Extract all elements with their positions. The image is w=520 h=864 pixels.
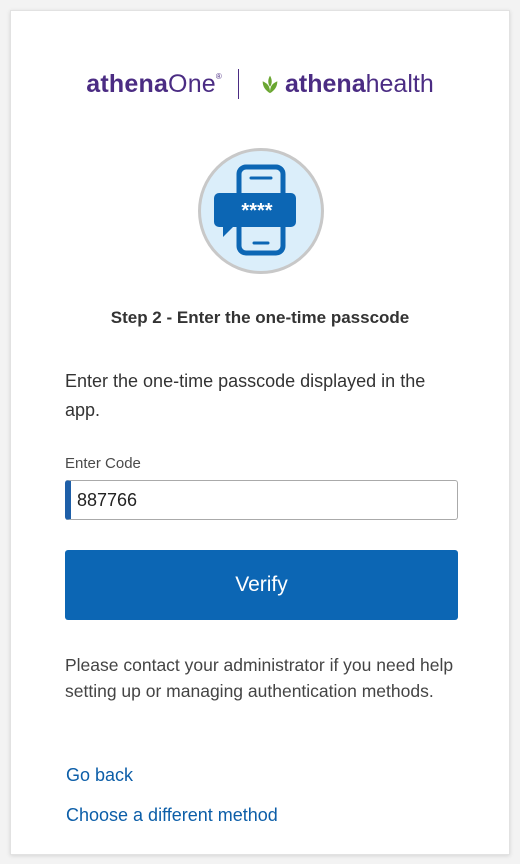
leaf-icon (262, 75, 278, 94)
logo-divider (238, 69, 240, 99)
help-text: Please contact your administrator if you… (65, 655, 454, 701)
athenahealth-logo-bold: athena (285, 69, 366, 98)
masked-code-text: **** (241, 200, 272, 222)
athenahealth-logo: athena health (259, 70, 434, 99)
choose-method-link[interactable]: Choose a different method (66, 805, 278, 826)
athenaone-logo-regular: One (168, 69, 216, 98)
phone-passcode-illustration: **** (198, 148, 324, 274)
go-back-link[interactable]: Go back (66, 765, 133, 786)
instructions-text: Enter the one-time passcode displayed in… (65, 371, 426, 420)
athenahealth-logo-regular: health (365, 69, 434, 98)
phone-passcode-icon: **** (214, 164, 296, 256)
login-card: athenaOne® athena health **** Step 2 - En… (10, 10, 510, 855)
code-label: Enter Code (65, 455, 141, 472)
step-title: Step 2 - Enter the one-time passcode (110, 308, 410, 327)
verify-button[interactable]: Verify (65, 550, 458, 620)
code-input[interactable] (65, 480, 458, 520)
athenaone-logo-bold: athena (86, 69, 169, 98)
athenaone-logo: athenaOne® (86, 70, 222, 99)
logo-row: athenaOne® athena health (11, 69, 509, 99)
registered-mark: ® (215, 71, 223, 81)
